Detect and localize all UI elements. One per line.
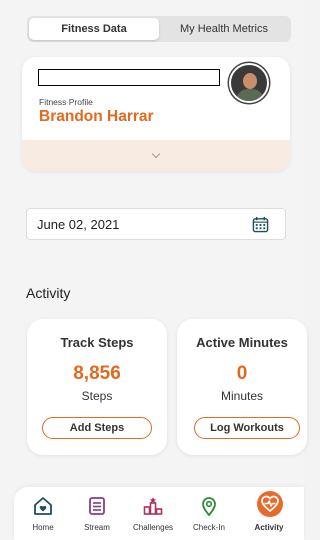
segmented-tabs: Fitness Data My Health Metrics [27,16,291,42]
chevron-down-icon [151,149,161,159]
minutes-unit: Minutes [220,389,264,403]
avatar[interactable] [229,63,269,103]
steps-unit: Steps [81,389,113,403]
tab-my-health-metrics[interactable]: My Health Metrics [159,18,289,40]
nav-item-check-in[interactable]: Check-In [182,487,236,540]
tab-fitness-data[interactable]: Fitness Data [29,18,159,40]
nav-label-activity: Activity [254,523,284,532]
steps-value: 8,856 [73,363,121,384]
profile-subtitle: Fitness Profile [39,97,93,107]
app-screen: Fitness Data My Health Metrics Fitness P… [0,0,307,540]
activity-section-title: Activity [26,285,71,301]
profile-name: Brandon Harrar [39,108,154,125]
nav-item-activity[interactable]: Activity [242,487,296,540]
minutes-value: 0 [236,363,248,384]
challenges-icon [143,497,163,515]
nav-label-check-in: Check-In [192,523,225,532]
date-picker[interactable]: June 02, 2021 [26,208,286,240]
avatar-face [243,73,257,89]
date-value: June 02, 2021 [37,217,120,232]
activity-icon [261,495,279,513]
nav-item-stream[interactable]: Stream [70,487,124,540]
nav-item-home[interactable]: Home [16,487,70,540]
redacted-field [38,69,220,86]
profile-expand[interactable] [22,140,290,171]
avatar-shirt [236,89,264,101]
active-minutes-card: Active Minutes 0 Minutes Log Workouts [177,319,307,455]
card-title: Active Minutes [196,335,288,350]
check-in-icon [202,497,216,516]
nav-item-challenges[interactable]: Challenges [126,487,180,540]
add-steps-button[interactable]: Add Steps [42,417,152,439]
card-title: Track Steps [60,335,134,350]
home-icon [34,497,52,515]
stream-icon [89,497,105,515]
bottom-nav: Home Stream Challenges Check-In Activity [14,487,304,540]
calendar-icon[interactable] [252,216,269,233]
profile-card: Fitness Profile Brandon Harrar [22,57,290,171]
log-workouts-button[interactable]: Log Workouts [194,417,300,439]
track-steps-card: Track Steps 8,856 Steps Add Steps [27,319,167,455]
